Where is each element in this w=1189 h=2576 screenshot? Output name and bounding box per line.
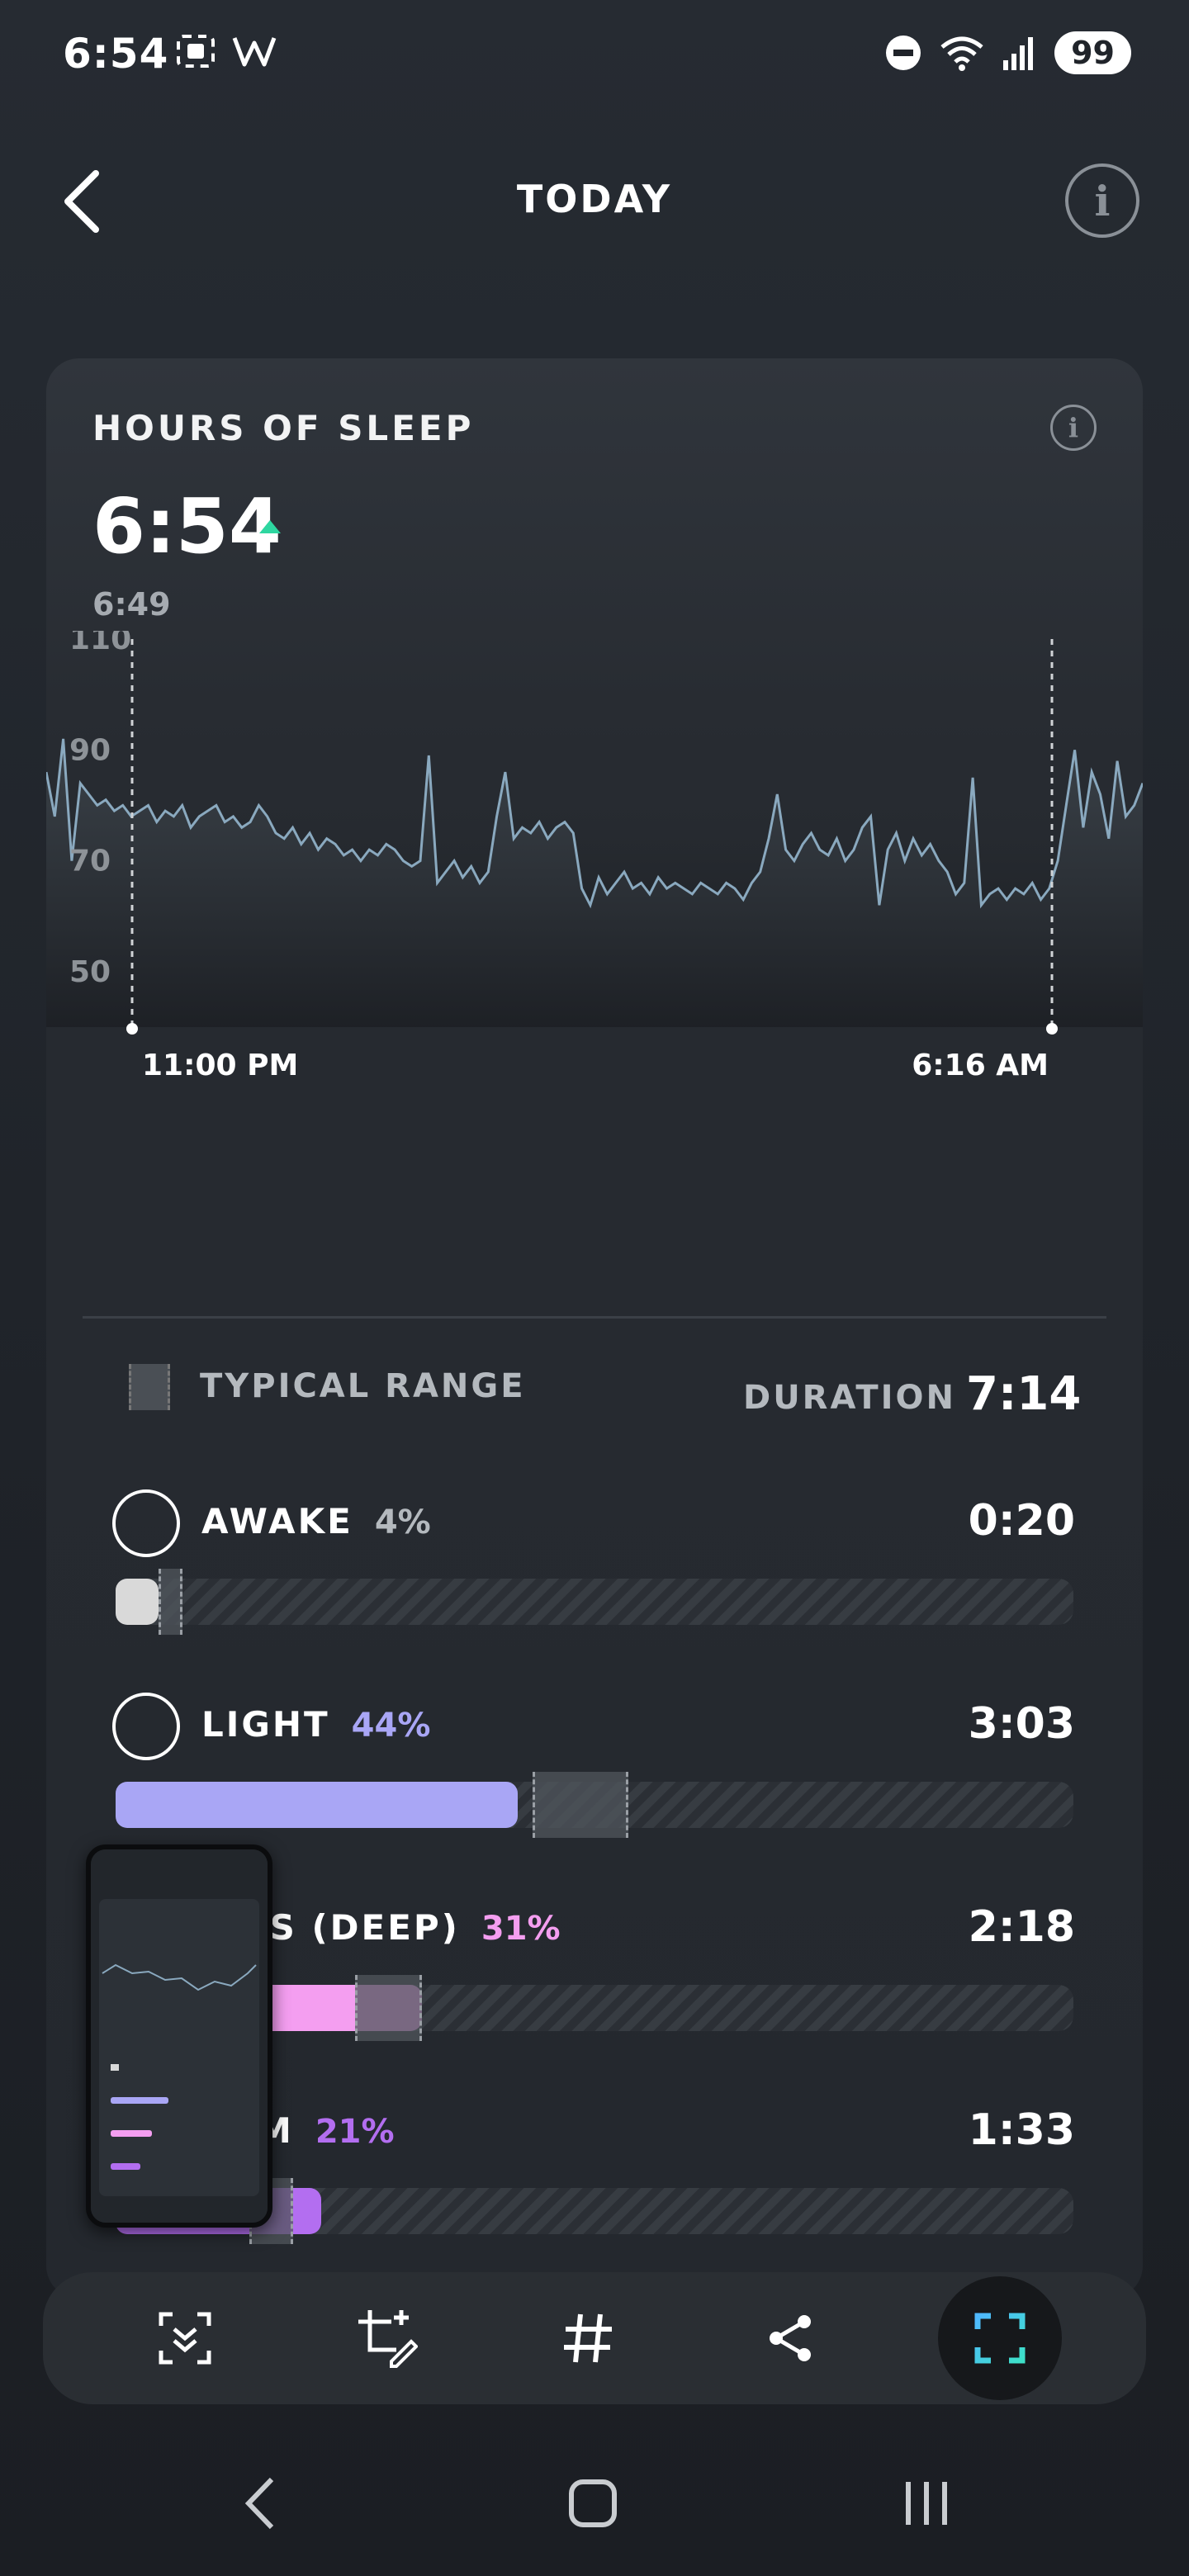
nav-recents-button[interactable] [877, 2454, 976, 2553]
screenshot-frame-icon [974, 2313, 1026, 2364]
stage-typical-range [532, 1772, 628, 1838]
edit-button[interactable] [337, 2289, 436, 2388]
end-marker-dot [1046, 1023, 1058, 1035]
stage-progress-fill [116, 1579, 159, 1625]
edit-crop-icon [358, 2310, 418, 2368]
stage-name: AWAKE [201, 1501, 353, 1541]
share-icon [770, 2315, 811, 2361]
thumbnail-preview [91, 1849, 268, 2223]
typical-range-label: TYPICAL RANGE [200, 1367, 526, 1405]
end-time-label: 6:16 AM [912, 1049, 1049, 1082]
stage-percent: 4% [374, 1503, 431, 1541]
info-icon: i [1068, 412, 1079, 443]
share-button[interactable] [741, 2289, 841, 2388]
stage-duration: 2:18 [968, 1902, 1075, 1952]
stage-percent: 31% [481, 1910, 561, 1948]
stage-duration: 1:33 [968, 2105, 1075, 2155]
trend-up-icon [259, 520, 281, 533]
y-tick-label: 70 [69, 845, 111, 878]
stage-duration: 3:03 [968, 1699, 1075, 1749]
recents-nav-icon [906, 2482, 947, 2525]
screenshot-thumbnail[interactable] [86, 1844, 272, 2228]
nav-back-button[interactable] [211, 2454, 310, 2553]
stage-percent: 44% [351, 1707, 431, 1745]
page-title: TODAY [516, 177, 673, 221]
stage-row-light[interactable]: LIGHT 44% 3:03 [46, 1693, 1143, 1858]
info-button[interactable]: i [1065, 163, 1139, 238]
scroll-capture-icon [159, 2312, 211, 2365]
start-time-label: 11:00 PM [142, 1049, 298, 1082]
scroll-capture-button[interactable] [135, 2289, 234, 2388]
status-left-icons [175, 33, 277, 69]
hours-of-sleep-value: 6:54 [92, 482, 282, 571]
w-logo-icon [232, 37, 277, 67]
duration-label: DURATION [743, 1379, 956, 1417]
screenshot-icon [177, 35, 215, 68]
nav-home-button[interactable] [543, 2454, 642, 2553]
signal-icon [1003, 37, 1034, 70]
status-time: 6:54 [63, 30, 169, 78]
card-info-button[interactable]: i [1050, 405, 1097, 451]
heart-rate-chart: 110 90 70 50 11:00 PM 6:16 AM [46, 631, 1143, 1082]
stage-toggle-circle[interactable] [112, 1489, 180, 1557]
battery-badge: 99 [1054, 31, 1131, 74]
stage-typical-range [159, 1569, 183, 1635]
stage-label-row: AWAKE 4% [201, 1501, 431, 1541]
back-nav-icon [244, 2477, 274, 2530]
stage-row-awake[interactable]: AWAKE 4% 0:20 [46, 1489, 1143, 1655]
duration-value: 7:14 [966, 1367, 1082, 1421]
home-nav-icon [569, 2479, 617, 2527]
y-tick-label: 90 [69, 733, 111, 767]
wifi-icon [940, 36, 983, 71]
tag-button[interactable] [538, 2289, 637, 2388]
divider [83, 1316, 1106, 1319]
card-title: HOURS OF SLEEP [92, 408, 475, 448]
capture-frame-button[interactable] [938, 2276, 1062, 2400]
hashtag-icon [564, 2313, 612, 2363]
stage-duration: 0:20 [968, 1496, 1075, 1546]
info-icon: i [1094, 176, 1111, 225]
screenshot-toolbar [43, 2272, 1146, 2404]
stage-percent: 21% [315, 2113, 395, 2151]
stage-progress-fill [116, 1782, 519, 1828]
stage-toggle-circle[interactable] [112, 1693, 180, 1760]
status-right-icons: 99 [884, 31, 1131, 74]
y-tick-label: 50 [69, 955, 111, 989]
stage-progress-track [116, 1772, 1073, 1838]
typical-range-swatch [129, 1364, 170, 1410]
stage-progress-track [116, 1569, 1073, 1635]
y-tick-label: 110 [69, 631, 131, 656]
do-not-disturb-icon [886, 36, 921, 70]
start-marker-dot [126, 1023, 138, 1035]
stage-typical-range [355, 1975, 423, 2041]
previous-value: 6:49 [92, 586, 171, 623]
stage-name: LIGHT [201, 1704, 330, 1745]
stage-label-row: LIGHT 44% [201, 1704, 430, 1745]
